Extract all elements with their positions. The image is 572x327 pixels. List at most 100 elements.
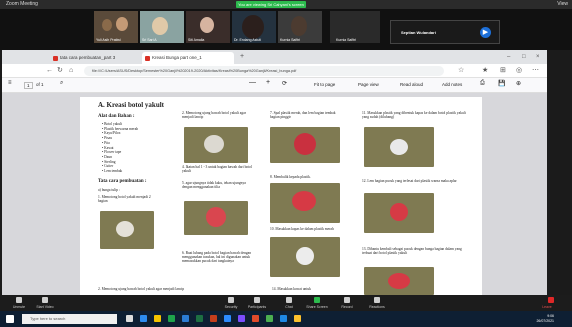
view-label: View xyxy=(557,1,568,7)
share-screen-icon[interactable] xyxy=(314,297,320,303)
participant-name: Dr. Endang Astuti xyxy=(234,38,262,42)
participant-tile[interactable]: Kurnia Safitri xyxy=(278,11,322,43)
step-photo xyxy=(100,211,154,249)
minimize-icon[interactable]: – xyxy=(507,52,510,62)
save-icon[interactable]: 💾 xyxy=(498,80,505,87)
step-photo xyxy=(270,127,340,163)
fit-to-page-button[interactable]: Fit to page xyxy=(314,82,335,87)
security-icon[interactable] xyxy=(228,297,234,303)
taskbar-search[interactable]: Type here to search xyxy=(22,314,117,324)
step-9: 10. Masukkan kapas ke dalam plastik mera… xyxy=(270,227,334,231)
search-icon[interactable]: ⌕ xyxy=(60,80,63,87)
tools-list-item: • Lem tembak xyxy=(102,169,123,174)
page-view-button[interactable]: Page view xyxy=(358,82,379,87)
app-icon[interactable] xyxy=(280,315,287,322)
video-camera-icon[interactable]: ▶ xyxy=(480,27,491,38)
tools-list-item: • Plastik berwarna merah xyxy=(102,126,139,131)
start-video-button[interactable]: Start Video xyxy=(34,305,56,309)
step-photo xyxy=(364,127,434,167)
reactions-button[interactable]: Reactions xyxy=(366,305,388,309)
step-photo xyxy=(184,127,248,163)
share-screen-button[interactable]: Share Screen xyxy=(306,305,328,309)
participant-name: Siti Amalia xyxy=(188,38,205,42)
step-5: 5. agar ujungnya tidak kaku, tekan ujung… xyxy=(182,181,246,190)
step-2-cont: 2. Memotong ujung bawah botol yakult aga… xyxy=(98,287,185,291)
record-button[interactable]: Record xyxy=(336,305,358,309)
tools-list-item: • Kayu/Pilox xyxy=(102,131,121,136)
page-number-input[interactable]: 1 xyxy=(24,82,33,89)
favorites-bar-icon[interactable]: ★ xyxy=(482,66,488,76)
tools-list-item: • Botol yakult xyxy=(102,122,123,126)
chat-icon[interactable] xyxy=(286,297,292,303)
print-icon[interactable]: ⎙ xyxy=(480,80,485,87)
speaker-name: Septian Wulandari xyxy=(401,30,436,35)
view-menu[interactable]: View xyxy=(557,1,568,7)
participant-tile[interactable]: Sri Sari A xyxy=(140,11,184,43)
participant-tile[interactable]: Yuli Asih Pratiwi xyxy=(94,11,138,43)
reactions-icon[interactable] xyxy=(374,297,380,303)
step-6: 6. Buat lubang pada botol bagian bawah d… xyxy=(182,251,252,264)
refresh-icon[interactable]: ↻ xyxy=(57,66,63,76)
app-icon[interactable] xyxy=(266,315,273,322)
app-icon[interactable] xyxy=(238,315,245,322)
pdf-viewer[interactable]: A. Kreasi botol yakult Alat dan Bahan : … xyxy=(2,93,547,295)
participants-icon[interactable] xyxy=(254,297,260,303)
participant-tile[interactable]: Kurnia Safitri xyxy=(330,11,380,43)
tools-list-item: • Kawat xyxy=(102,145,114,150)
url-field[interactable]: file:///C:/Users/ASUS/Desktop/Semester%2… xyxy=(84,66,444,76)
taskbar-clock[interactable]: 9:06 26/07/2021 xyxy=(536,314,554,323)
participant-name: Sri Sari A xyxy=(142,38,157,42)
word-icon[interactable] xyxy=(182,315,189,322)
leave-icon[interactable] xyxy=(548,297,554,303)
tab-kreasi-bunga[interactable]: Kreasi Bunga part one_1 xyxy=(142,52,234,64)
participant-tile[interactable]: Dr. Endang Astuti xyxy=(232,11,276,43)
zoom-control-bar: Unmute Start Video Security Participants Cha… xyxy=(0,295,572,311)
mute-button[interactable]: Unmute xyxy=(8,305,30,309)
excel-icon[interactable] xyxy=(196,315,203,322)
more-icon[interactable]: ⋯ xyxy=(532,66,539,76)
pdf-toolbar: ≡ 1 of 1 ⌕ — + ⟳ Fit to page Page view R… xyxy=(2,78,547,93)
app-icon[interactable] xyxy=(252,315,259,322)
leave-button[interactable]: Leave xyxy=(536,305,558,309)
step-2: 2. Memotong ujung bawah botol yakult aga… xyxy=(182,111,246,120)
zoom-in-icon[interactable]: + xyxy=(266,79,270,86)
screen-share-banner[interactable]: You are viewing Sri Cahyani's screen xyxy=(236,1,306,8)
step-photo xyxy=(364,267,434,295)
steps-title: Tata cara pembuatan : xyxy=(98,179,147,184)
add-notes-button[interactable]: Add notes xyxy=(442,82,462,87)
rotate-icon[interactable]: ⟳ xyxy=(282,80,287,87)
app-icon[interactable] xyxy=(294,315,301,322)
step-a-label: a) bunga tulip : xyxy=(98,188,120,192)
powerpoint-icon[interactable] xyxy=(210,315,217,322)
security-button[interactable]: Security xyxy=(220,305,242,309)
edge-icon[interactable] xyxy=(140,315,147,322)
tools-list-item: • Pita xyxy=(102,140,110,145)
file-explorer-icon[interactable] xyxy=(154,315,161,322)
pin-icon[interactable]: ⊕ xyxy=(516,80,521,87)
home-icon[interactable]: ⌂ xyxy=(69,66,73,76)
zoom-out-icon[interactable]: — xyxy=(249,79,256,86)
contents-icon[interactable]: ≡ xyxy=(8,80,12,86)
zoom-app-icon[interactable] xyxy=(224,315,231,322)
windows-start-icon[interactable] xyxy=(6,315,14,323)
record-icon[interactable] xyxy=(344,297,350,303)
mute-icon[interactable] xyxy=(16,297,22,303)
collections-icon[interactable]: ⊞ xyxy=(500,66,506,76)
active-speaker-tile[interactable]: Septian Wulandari ▶ xyxy=(390,20,500,44)
read-aloud-button[interactable]: Read aloud xyxy=(400,82,423,87)
close-icon[interactable]: × xyxy=(536,52,540,62)
favorite-icon[interactable]: ☆ xyxy=(458,66,464,76)
participants-button[interactable]: Participants xyxy=(246,305,268,309)
start-video-icon[interactable] xyxy=(42,297,48,303)
step-13: 13. Dibantu kembali sebagai pucuk dengan… xyxy=(362,247,462,256)
new-tab-icon[interactable]: + xyxy=(240,52,244,62)
chat-button[interactable]: Chat xyxy=(278,305,300,309)
maximize-icon[interactable]: □ xyxy=(522,52,526,62)
chrome-icon[interactable] xyxy=(168,315,175,322)
back-icon[interactable]: ← xyxy=(46,66,53,76)
task-view-icon[interactable] xyxy=(126,315,133,322)
participant-tile[interactable]: Siti Amalia xyxy=(186,11,230,43)
profile-icon[interactable]: ◎ xyxy=(516,66,522,76)
tab-pembuatan[interactable]: tata cara pembuatan_part 3 xyxy=(50,52,140,64)
participant-video xyxy=(102,19,112,31)
